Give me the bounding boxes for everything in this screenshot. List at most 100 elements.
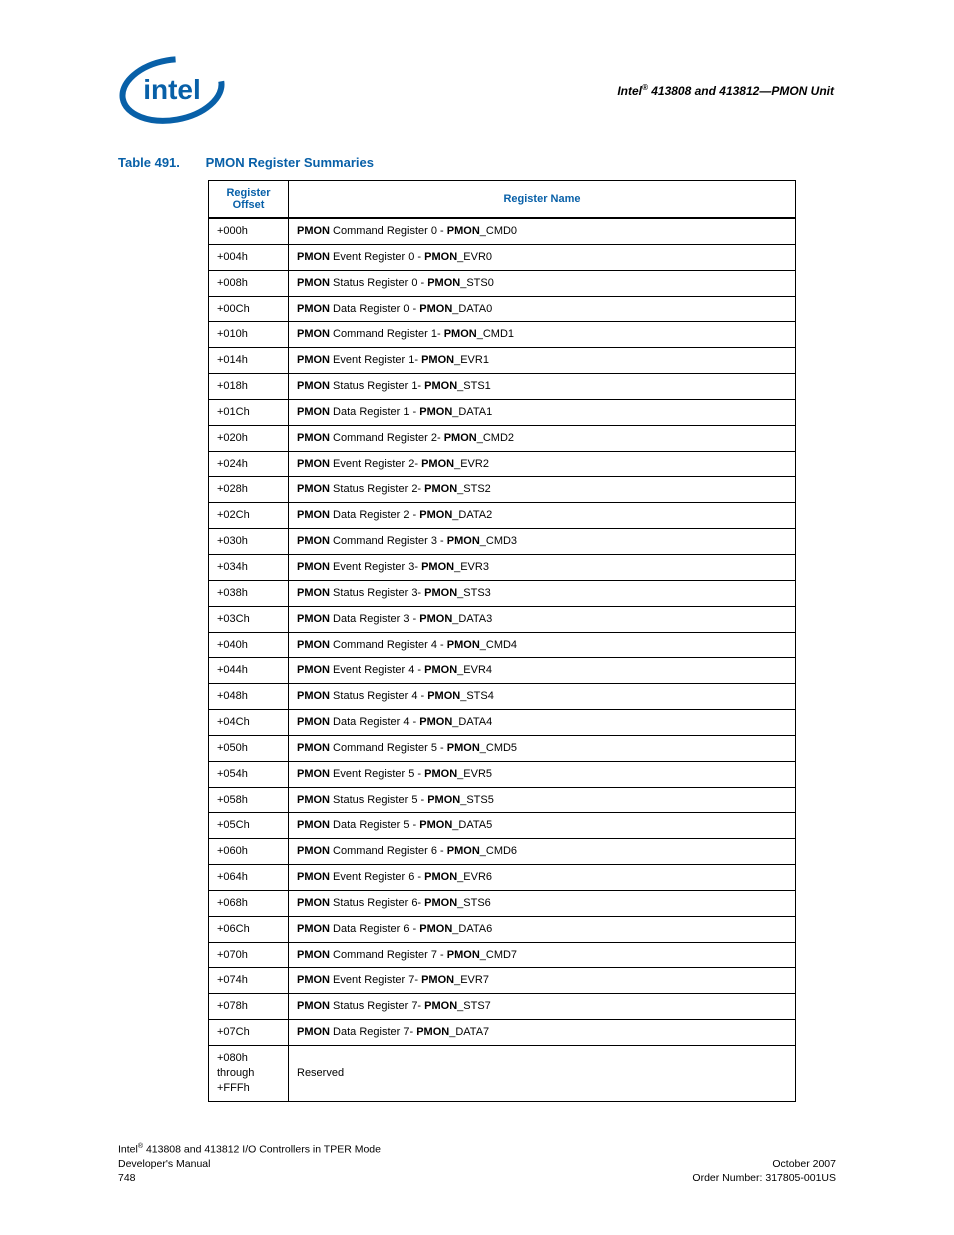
footer-right-1: October 2007: [772, 1157, 836, 1171]
footer-left-1: Intel® 413808 and 413812 I/O Controllers…: [118, 1142, 381, 1157]
table-row: +000hPMON Command Register 0 - PMON_CMD0: [209, 218, 796, 244]
table-row: +024hPMON Event Register 2- PMON_EVR2: [209, 451, 796, 477]
cell-register-name: PMON Data Register 2 - PMON_DATA2: [289, 503, 796, 529]
cell-offset: +070h: [209, 942, 289, 968]
cell-register-name: PMON Data Register 7- PMON_DATA7: [289, 1020, 796, 1046]
cell-offset: +058h: [209, 787, 289, 813]
cell-offset: +008h: [209, 270, 289, 296]
table-row: +028hPMON Status Register 2- PMON_STS2: [209, 477, 796, 503]
table-row: +030hPMON Command Register 3 - PMON_CMD3: [209, 529, 796, 555]
cell-offset: +000h: [209, 218, 289, 244]
register-table: Register Offset Register Name +000hPMON …: [208, 180, 796, 1102]
cell-register-name: PMON Event Register 5 - PMON_EVR5: [289, 761, 796, 787]
table-row: +040hPMON Command Register 4 - PMON_CMD4: [209, 632, 796, 658]
table-row: +05ChPMON Data Register 5 - PMON_DATA5: [209, 813, 796, 839]
cell-offset: +060h: [209, 839, 289, 865]
cell-register-name: PMON Status Register 2- PMON_STS2: [289, 477, 796, 503]
cell-offset: +02Ch: [209, 503, 289, 529]
table-row: +058hPMON Status Register 5 - PMON_STS5: [209, 787, 796, 813]
table-number: Table 491.: [118, 155, 202, 170]
table-row: +02ChPMON Data Register 2 - PMON_DATA2: [209, 503, 796, 529]
table-row: +010hPMON Command Register 1- PMON_CMD1: [209, 322, 796, 348]
cell-register-name: PMON Event Register 0 - PMON_EVR0: [289, 244, 796, 270]
cell-register-name: PMON Status Register 4 - PMON_STS4: [289, 684, 796, 710]
cell-offset: +068h: [209, 890, 289, 916]
cell-register-name: PMON Status Register 3- PMON_STS3: [289, 580, 796, 606]
table-row: +01ChPMON Data Register 1 - PMON_DATA1: [209, 399, 796, 425]
table-row: +03ChPMON Data Register 3 - PMON_DATA3: [209, 606, 796, 632]
table-row: +07ChPMON Data Register 7- PMON_DATA7: [209, 1020, 796, 1046]
cell-register-name: PMON Command Register 4 - PMON_CMD4: [289, 632, 796, 658]
cell-offset: +00Ch: [209, 296, 289, 322]
cell-register-name: PMON Command Register 5 - PMON_CMD5: [289, 735, 796, 761]
footer-left-2: Developer's Manual: [118, 1157, 210, 1171]
table-row: +04ChPMON Data Register 4 - PMON_DATA4: [209, 710, 796, 736]
table-row: +050hPMON Command Register 5 - PMON_CMD5: [209, 735, 796, 761]
cell-register-name: PMON Data Register 6 - PMON_DATA6: [289, 916, 796, 942]
page-footer: Intel® 413808 and 413812 I/O Controllers…: [118, 1142, 836, 1185]
cell-register-name: PMON Event Register 1- PMON_EVR1: [289, 348, 796, 374]
cell-offset: +054h: [209, 761, 289, 787]
cell-offset: +05Ch: [209, 813, 289, 839]
cell-register-name: PMON Event Register 6 - PMON_EVR6: [289, 865, 796, 891]
table-row: +00ChPMON Data Register 0 - PMON_DATA0: [209, 296, 796, 322]
table-row: +004hPMON Event Register 0 - PMON_EVR0: [209, 244, 796, 270]
cell-offset: +078h: [209, 994, 289, 1020]
cell-register-name: PMON Status Register 7- PMON_STS7: [289, 994, 796, 1020]
cell-offset: +03Ch: [209, 606, 289, 632]
cell-register-name: PMON Event Register 2- PMON_EVR2: [289, 451, 796, 477]
cell-offset: +06Ch: [209, 916, 289, 942]
cell-offset: +018h: [209, 374, 289, 400]
table-header-row: Register Offset Register Name: [209, 181, 796, 219]
cell-offset: +014h: [209, 348, 289, 374]
table-row: +070hPMON Command Register 7 - PMON_CMD7: [209, 942, 796, 968]
col-name: Register Name: [289, 181, 796, 219]
cell-register-name: PMON Event Register 3- PMON_EVR3: [289, 554, 796, 580]
table-row: +068hPMON Status Register 6- PMON_STS6: [209, 890, 796, 916]
cell-offset: +048h: [209, 684, 289, 710]
header-prefix: Intel: [617, 84, 642, 98]
cell-register-name: PMON Command Register 0 - PMON_CMD0: [289, 218, 796, 244]
table-caption: Table 491. PMON Register Summaries: [118, 155, 836, 170]
running-header: Intel® 413808 and 413812—PMON Unit: [617, 83, 836, 98]
cell-offset: +064h: [209, 865, 289, 891]
page-header: intel Intel® 413808 and 413812—PMON Unit: [118, 55, 836, 125]
table-row: +020hPMON Command Register 2- PMON_CMD2: [209, 425, 796, 451]
cell-register-name: PMON Data Register 4 - PMON_DATA4: [289, 710, 796, 736]
cell-register-name: PMON Data Register 3 - PMON_DATA3: [289, 606, 796, 632]
table-title: PMON Register Summaries: [206, 155, 374, 170]
table-row: +038hPMON Status Register 3- PMON_STS3: [209, 580, 796, 606]
cell-offset: +020h: [209, 425, 289, 451]
cell-register-name: PMON Status Register 5 - PMON_STS5: [289, 787, 796, 813]
cell-offset: +024h: [209, 451, 289, 477]
cell-register-name: PMON Command Register 3 - PMON_CMD3: [289, 529, 796, 555]
cell-register-name: PMON Status Register 1- PMON_STS1: [289, 374, 796, 400]
cell-offset: +038h: [209, 580, 289, 606]
cell-offset: +030h: [209, 529, 289, 555]
cell-offset: +050h: [209, 735, 289, 761]
cell-offset: +044h: [209, 658, 289, 684]
cell-offset: +074h: [209, 968, 289, 994]
cell-offset: +034h: [209, 554, 289, 580]
table-row: +060hPMON Command Register 6 - PMON_CMD6: [209, 839, 796, 865]
cell-offset: +040h: [209, 632, 289, 658]
header-rest: 413808 and 413812—PMON Unit: [648, 84, 834, 98]
table-row: +008hPMON Status Register 0 - PMON_STS0: [209, 270, 796, 296]
intel-logo: intel: [118, 55, 226, 125]
cell-offset: +028h: [209, 477, 289, 503]
cell-register-name: PMON Status Register 0 - PMON_STS0: [289, 270, 796, 296]
cell-register-name: PMON Command Register 7 - PMON_CMD7: [289, 942, 796, 968]
cell-register-name: PMON Command Register 1- PMON_CMD1: [289, 322, 796, 348]
table-row: +044hPMON Event Register 4 - PMON_EVR4: [209, 658, 796, 684]
cell-register-name: PMON Event Register 4 - PMON_EVR4: [289, 658, 796, 684]
cell-offset: +080h through +FFFh: [209, 1046, 289, 1102]
table-row: +074hPMON Event Register 7- PMON_EVR7: [209, 968, 796, 994]
table-row: +080h through +FFFhReserved: [209, 1046, 796, 1102]
cell-register-name: PMON Data Register 1 - PMON_DATA1: [289, 399, 796, 425]
table-row: +048hPMON Status Register 4 - PMON_STS4: [209, 684, 796, 710]
cell-register-name: PMON Command Register 6 - PMON_CMD6: [289, 839, 796, 865]
cell-offset: +010h: [209, 322, 289, 348]
cell-register-name: PMON Command Register 2- PMON_CMD2: [289, 425, 796, 451]
table-row: +06ChPMON Data Register 6 - PMON_DATA6: [209, 916, 796, 942]
table-row: +078hPMON Status Register 7- PMON_STS7: [209, 994, 796, 1020]
